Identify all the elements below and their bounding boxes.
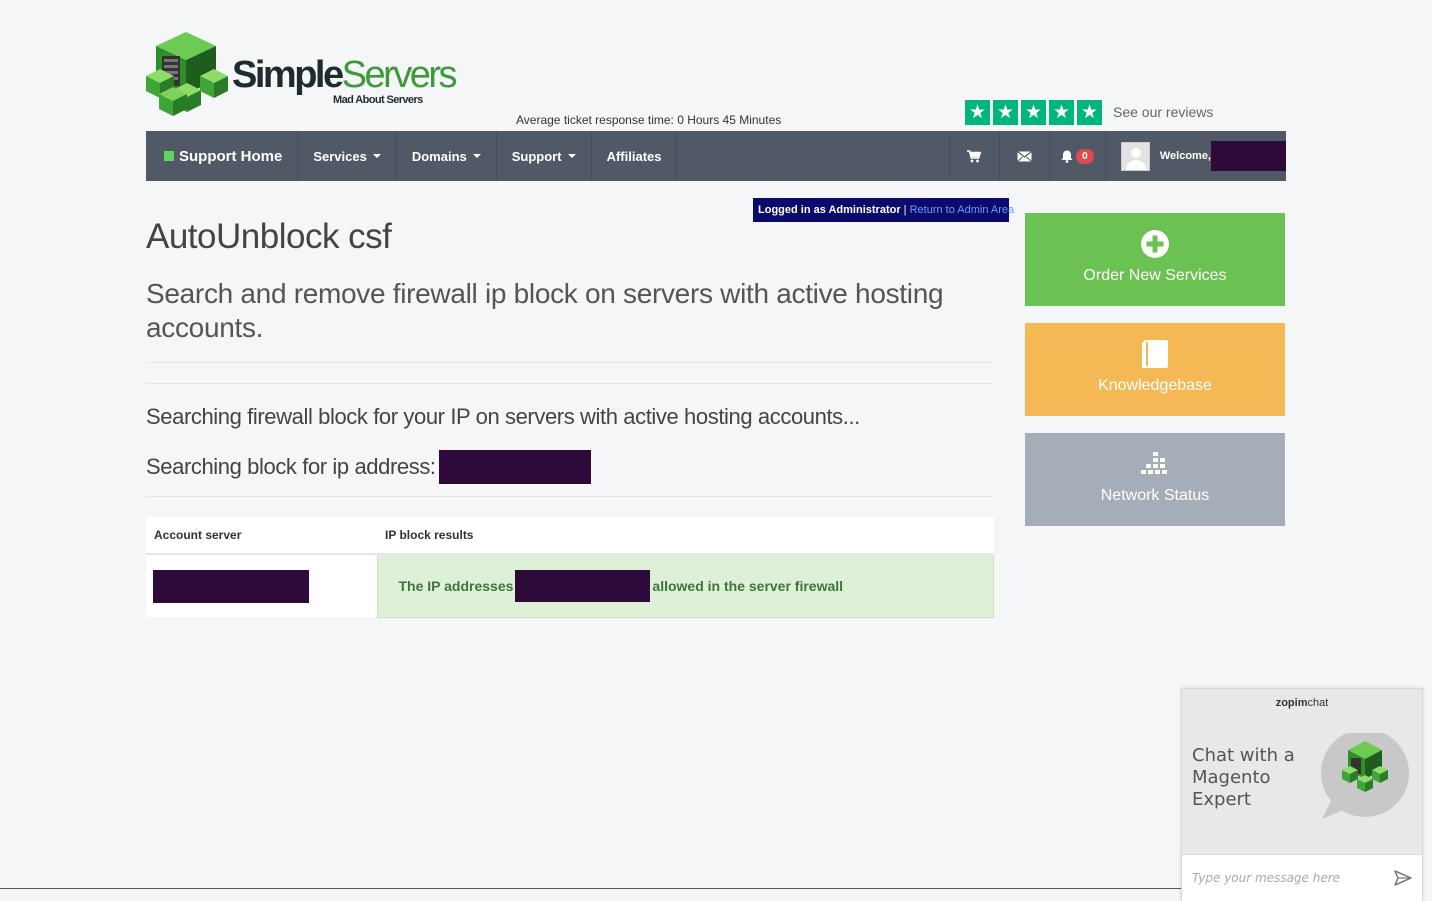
searching-status-text: Searching firewall block for your IP on …	[146, 404, 860, 429]
messages-button[interactable]	[1000, 131, 1050, 181]
welcome-label: Welcome,	[1159, 150, 1211, 162]
redacted-result-ip	[515, 569, 651, 602]
trustpilot-stars[interactable]: ★ ★ ★ ★ ★	[965, 100, 1102, 125]
table-row: The IP addresses allowed in the server f…	[146, 553, 994, 618]
cube-logo-icon	[146, 32, 228, 116]
account-server-cell	[146, 554, 377, 617]
admin-bar-separator: |	[903, 204, 907, 216]
notifications-button[interactable]: 0	[1050, 131, 1106, 181]
caret-down-icon	[472, 154, 481, 158]
book-icon	[1142, 340, 1168, 368]
notification-count-badge: 0	[1076, 148, 1094, 164]
column-header-account-server: Account server	[146, 517, 377, 555]
home-square-icon	[164, 151, 174, 161]
chat-brand: zopimchat	[1182, 697, 1422, 709]
nav-spacer	[677, 131, 950, 181]
see-reviews-link[interactable]: See our reviews	[1113, 104, 1213, 120]
logo-wordmark: SimpleServers	[232, 54, 458, 96]
star-icon: ★	[965, 100, 990, 125]
caret-down-icon	[567, 154, 576, 158]
nav-support-home-label: Support Home	[179, 147, 283, 165]
nav-support-label: Support	[511, 148, 562, 164]
zopim-chat-widget[interactable]: zopimchat Chat with a Magento Expert	[1181, 688, 1423, 901]
cart-icon	[967, 149, 982, 162]
ip-block-result-cell: The IP addresses allowed in the server f…	[376, 553, 994, 618]
nav-domains-label: Domains	[411, 148, 467, 164]
logo-tagline: Mad About Servers	[333, 94, 423, 106]
return-to-admin-link[interactable]: Return to Admin Area	[910, 204, 1015, 216]
result-suffix-text: allowed in the server firewall	[652, 577, 844, 594]
bell-icon	[1061, 150, 1073, 163]
nav-affiliates-label: Affiliates	[606, 148, 662, 164]
avatar	[1120, 141, 1150, 171]
redacted-ip-address	[438, 450, 591, 484]
plus-circle-icon	[1141, 230, 1169, 258]
searching-ip-label: Searching block for ip address:	[146, 454, 436, 479]
nav-services-label: Services	[313, 148, 367, 164]
caret-down-icon	[372, 154, 381, 158]
user-account-menu[interactable]: Welcome,	[1106, 131, 1286, 181]
network-status-label: Network Status	[1100, 487, 1210, 504]
chat-input-bar	[1182, 854, 1422, 901]
star-icon: ★	[1049, 100, 1074, 125]
network-status-button[interactable]: Network Status	[1025, 433, 1285, 526]
column-header-ip-block-results: IP block results	[377, 517, 994, 555]
nav-support-dropdown[interactable]: Support	[497, 131, 592, 181]
nav-support-home[interactable]: Support Home	[146, 131, 299, 181]
knowledgebase-label: Knowledgebase	[1098, 377, 1212, 394]
ticket-response-time: Average ticket response time: 0 Hours 45…	[516, 113, 782, 127]
logo-word-servers: Servers	[341, 54, 458, 96]
searching-ip-line: Searching block for ip address:	[146, 450, 591, 484]
nav-affiliates[interactable]: Affiliates	[592, 131, 678, 181]
star-icon: ★	[993, 100, 1018, 125]
network-bars-icon	[1141, 452, 1167, 474]
admin-status-bar: Logged in as Administrator | Return to A…	[753, 198, 1014, 222]
chat-message-input[interactable]	[1192, 871, 1394, 885]
nav-domains-dropdown[interactable]: Domains	[397, 131, 497, 181]
chat-brand-rest: chat	[1307, 697, 1329, 709]
divider	[146, 362, 994, 363]
divider	[146, 496, 994, 497]
nav-services-dropdown[interactable]: Services	[298, 131, 397, 181]
ip-block-results-table: Account server IP block results The IP a…	[146, 517, 994, 618]
order-new-services-button[interactable]: Order New Services	[1025, 213, 1285, 306]
logged-in-as-admin-text: Logged in as Administrator	[758, 204, 901, 216]
chat-greeting-text: Chat with a Magento Expert	[1192, 745, 1295, 810]
divider	[146, 383, 994, 384]
logo-word-simple: Simple	[232, 54, 344, 96]
chat-avatar-bubble-icon	[1321, 733, 1409, 819]
chat-brand-bold: zopim	[1275, 697, 1308, 709]
main-navbar: Support Home Services Domains Support Af…	[146, 131, 1286, 181]
cart-button[interactable]	[950, 131, 1000, 181]
site-logo[interactable]: SimpleServers Mad About Servers	[146, 32, 458, 122]
page-subtitle: Search and remove firewall ip block on s…	[146, 278, 944, 343]
send-icon[interactable]	[1394, 870, 1412, 886]
redacted-username	[1211, 141, 1286, 171]
star-icon: ★	[1077, 100, 1102, 125]
result-prefix-text: The IP addresses	[398, 577, 514, 594]
knowledgebase-button[interactable]: Knowledgebase	[1025, 323, 1285, 416]
page-title: AutoUnblock csf	[146, 217, 392, 256]
star-icon: ★	[1021, 100, 1046, 125]
page-bottom-divider	[0, 888, 1181, 889]
envelope-icon	[1016, 150, 1032, 162]
redacted-server-name	[153, 569, 309, 603]
order-new-services-label: Order New Services	[1083, 267, 1227, 284]
